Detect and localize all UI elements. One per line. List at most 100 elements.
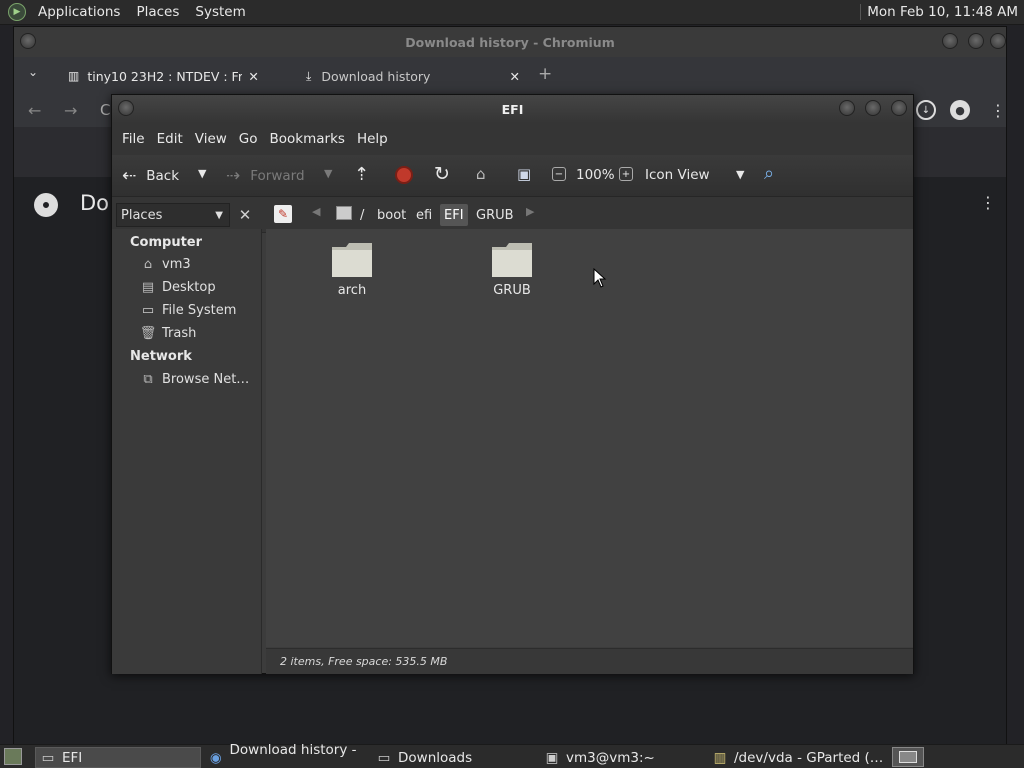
- sidebar-item-browse-network[interactable]: ⧉ Browse Net…: [140, 372, 249, 387]
- minimize-icon[interactable]: [942, 33, 958, 49]
- sidebar-item-vm3[interactable]: ⌂ vm3: [140, 257, 191, 272]
- sidebar-header-computer: Computer: [130, 235, 203, 250]
- menu-edit[interactable]: Edit: [151, 131, 189, 147]
- page-title: Do: [80, 191, 110, 215]
- zoom-in-icon[interactable]: +: [619, 167, 633, 181]
- tab-tiny10[interactable]: ▥ tiny10 23H2 : NTDEV : Free D ✕: [58, 60, 284, 92]
- task-efi[interactable]: ▭ EFI: [35, 747, 201, 768]
- menu-file[interactable]: File: [116, 131, 151, 147]
- window-menu-icon[interactable]: [118, 100, 134, 116]
- tab-close-icon[interactable]: ✕: [248, 69, 258, 84]
- menu-view[interactable]: View: [189, 131, 233, 147]
- task-label: /dev/vda - GParted (…: [734, 749, 884, 766]
- task-download-history[interactable]: ◉ Download history - …: [204, 742, 370, 768]
- gparted-icon: ▥: [713, 749, 727, 766]
- chromium-window-title: Download history - Chromium: [405, 34, 615, 50]
- path-crumb-boot[interactable]: boot: [373, 204, 410, 226]
- toggle-location-entry-icon[interactable]: ✎: [274, 205, 292, 223]
- panel-clock[interactable]: Mon Feb 10, 11:48 AM: [860, 4, 1024, 20]
- task-label: Download history - …: [229, 741, 357, 768]
- sidebar-item-trash[interactable]: 🗑 Trash: [139, 326, 197, 341]
- bottom-taskbar: ▭ EFI ◉ Download history - … ▭ Downloads…: [0, 742, 1024, 768]
- forward-button[interactable]: ⇢ Forward: [226, 166, 305, 186]
- mouse-cursor-icon: [593, 268, 607, 288]
- downloads-icon[interactable]: ↓: [916, 100, 936, 120]
- drive-icon: ▭: [141, 303, 155, 318]
- task-downloads[interactable]: ▭ Downloads: [372, 747, 538, 768]
- sidebar-item-filesystem[interactable]: ▭ File System: [140, 303, 237, 318]
- network-icon: ⧉: [143, 372, 153, 387]
- path-crumb-EFI[interactable]: EFI: [440, 204, 468, 226]
- path-scroll-left-icon[interactable]: ◀: [312, 205, 320, 218]
- menubar: File Edit View Go Bookmarks Help: [112, 123, 913, 155]
- file-view[interactable]: arch GRUB: [266, 229, 913, 647]
- search-icon[interactable]: ⌕: [764, 163, 774, 184]
- file-manager-titlebar[interactable]: EFI: [112, 95, 913, 123]
- menu-system[interactable]: System: [187, 4, 253, 20]
- maximize-icon[interactable]: [968, 33, 984, 49]
- kebab-menu-icon[interactable]: ⋮: [990, 101, 1006, 120]
- forward-arrow-icon: ⇢: [226, 166, 241, 186]
- menu-bookmarks[interactable]: Bookmarks: [264, 131, 351, 147]
- workspace-switcher-icon[interactable]: [892, 747, 924, 767]
- chromium-icon: ◉: [209, 749, 222, 766]
- path-crumb-efi[interactable]: efi: [412, 204, 436, 226]
- sidebar-item-label: Trash: [162, 326, 197, 341]
- forward-arrow-icon[interactable]: →: [64, 101, 77, 120]
- desktop-folder-icon: ▤: [141, 280, 155, 295]
- view-mode-select[interactable]: Icon View: [645, 167, 710, 183]
- folder-icon: ▭: [41, 749, 55, 766]
- up-arrow-icon[interactable]: ⇡: [354, 164, 369, 185]
- chromium-titlebar: Download history - Chromium: [14, 27, 1006, 57]
- task-terminal[interactable]: ▣ vm3@vm3:~: [540, 747, 706, 768]
- path-crumb-root[interactable]: /: [356, 204, 368, 226]
- mate-logo-icon[interactable]: ▶: [8, 3, 26, 21]
- forward-history-dropdown-icon[interactable]: ▼: [324, 167, 332, 180]
- back-history-dropdown-icon[interactable]: ▼: [198, 167, 206, 180]
- maximize-icon[interactable]: [865, 100, 881, 116]
- chromium-tab-strip: ⌄ ▥ tiny10 23H2 : NTDEV : Free D ✕ ⤓ Dow…: [14, 57, 1006, 93]
- path-crumb-GRUB[interactable]: GRUB: [472, 204, 518, 226]
- status-text: 2 items, Free space: 535.5 MB: [280, 655, 448, 668]
- sidebar-places-combo[interactable]: Places ▼: [116, 203, 230, 227]
- sidebar-item-label: vm3: [162, 257, 191, 272]
- menu-places[interactable]: Places: [128, 4, 187, 20]
- profile-avatar-icon[interactable]: ●: [950, 100, 970, 120]
- top-panel: ▶ Applications Places System Mon Feb 10,…: [0, 0, 1024, 25]
- sidebar-item-label: File System: [162, 303, 237, 318]
- close-sidebar-icon[interactable]: ✕: [234, 203, 256, 227]
- page-menu-icon[interactable]: ⋮: [980, 193, 996, 212]
- tab-close-icon[interactable]: ✕: [510, 69, 520, 84]
- show-desktop-icon[interactable]: [4, 748, 22, 765]
- menu-go[interactable]: Go: [233, 131, 264, 147]
- menu-applications[interactable]: Applications: [30, 4, 128, 20]
- sidebar-item-desktop[interactable]: ▤ Desktop: [140, 280, 216, 295]
- path-scroll-right-icon[interactable]: ▶: [526, 205, 534, 218]
- task-gparted[interactable]: ▥ /dev/vda - GParted (…: [708, 747, 886, 768]
- menu-help[interactable]: Help: [351, 131, 394, 147]
- folder-arch[interactable]: arch: [312, 241, 392, 298]
- file-manager-title: EFI: [501, 101, 524, 117]
- reload-icon[interactable]: ↻: [434, 163, 450, 185]
- home-folder-icon[interactable]: ⌂: [476, 165, 486, 183]
- stop-icon[interactable]: [395, 166, 413, 184]
- tab-search-chevron-icon[interactable]: ⌄: [28, 65, 38, 79]
- view-mode-dropdown-icon[interactable]: ▼: [736, 168, 744, 181]
- new-tab-button[interactable]: +: [538, 64, 552, 84]
- task-label: Downloads: [398, 749, 473, 766]
- toolbar: ⇠ Back ▼ ⇢ Forward ▼ ⇡ ↻ ⌂ ▣ − 100% + Ic…: [112, 155, 913, 197]
- window-menu-icon[interactable]: [20, 33, 36, 49]
- close-icon[interactable]: [990, 33, 1006, 49]
- computer-icon[interactable]: ▣: [517, 165, 531, 183]
- close-icon[interactable]: [891, 100, 907, 116]
- archive-org-icon: ▥: [68, 69, 80, 83]
- minimize-icon[interactable]: [839, 100, 855, 116]
- back-arrow-icon[interactable]: ←: [28, 101, 41, 120]
- zoom-level[interactable]: 100%: [576, 167, 615, 183]
- tab-download-history[interactable]: ⤓ Download history ✕: [296, 60, 536, 92]
- trash-icon: 🗑: [139, 326, 157, 341]
- zoom-out-icon[interactable]: −: [552, 167, 566, 181]
- folder-grub[interactable]: GRUB: [472, 241, 552, 298]
- back-button[interactable]: ⇠ Back: [122, 166, 179, 186]
- reload-icon[interactable]: C: [100, 101, 110, 119]
